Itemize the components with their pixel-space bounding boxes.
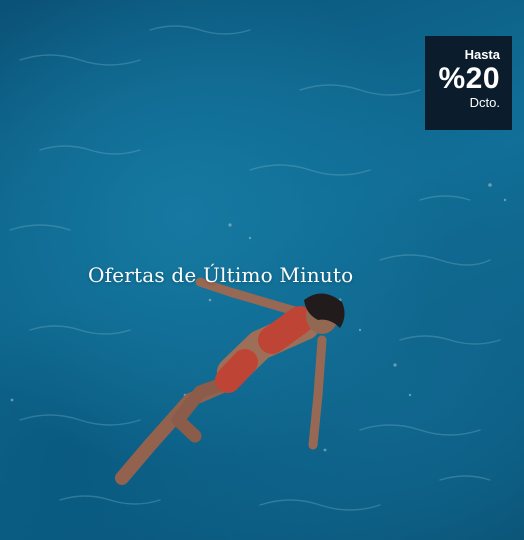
badge-discount-label: Dcto. xyxy=(469,95,500,110)
discount-badge: Hasta %20 Dcto. xyxy=(425,36,512,130)
last-minute-offers-card[interactable]: Ofertas de Último Minuto Hasta %20 Dcto. xyxy=(0,0,524,540)
promo-title: Ofertas de Último Minuto xyxy=(88,263,354,287)
badge-discount-value: %20 xyxy=(438,62,500,95)
badge-up-to-label: Hasta xyxy=(464,47,500,62)
